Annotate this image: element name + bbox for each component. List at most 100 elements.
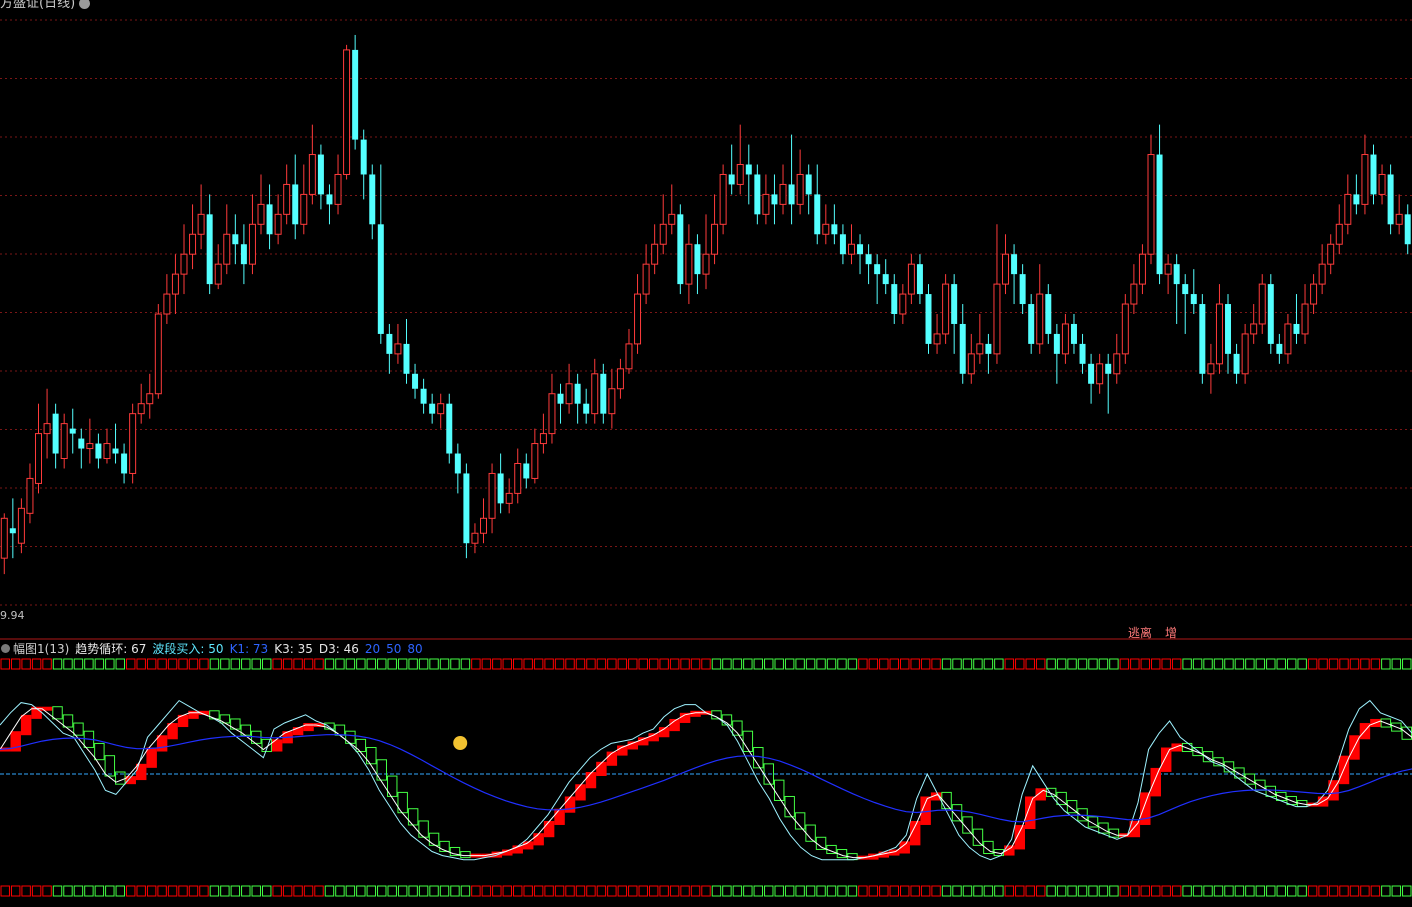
status-bar-top: [21, 658, 31, 670]
candle-body-up: [822, 223, 830, 235]
status-bar-bottom: [1307, 885, 1318, 897]
status-bar-bottom: [1224, 885, 1234, 897]
candle-body-up: [163, 293, 171, 315]
candle-body-up: [933, 333, 941, 345]
cycle-bar-down: [52, 706, 63, 720]
candle-body-down: [446, 403, 453, 454]
status-bar-top: [1025, 658, 1035, 670]
candle-body-up: [1327, 243, 1335, 265]
candle-body-down: [326, 194, 333, 205]
candle-body-up: [334, 173, 342, 205]
candle-body-up: [257, 203, 265, 225]
candle-body-down: [805, 174, 812, 195]
cycle-bar-up: [146, 747, 157, 768]
candle-body-up: [1215, 303, 1223, 365]
status-bar-bottom: [847, 885, 858, 897]
status-bar-bottom: [533, 885, 544, 897]
chart-title: 方盛证(日线): [0, 0, 91, 11]
status-bar-top: [795, 658, 805, 670]
candle-body-down: [1053, 333, 1060, 354]
status-bar-bottom: [251, 885, 261, 897]
status-bar-bottom: [743, 885, 753, 897]
cycle-bar-down: [355, 738, 367, 753]
status-bar-top: [628, 658, 638, 670]
status-bar-top: [1370, 658, 1381, 670]
status-bar-top: [732, 658, 743, 670]
status-bar-top: [1004, 658, 1015, 670]
status-bar-top: [272, 658, 282, 670]
status-bar-top: [711, 658, 722, 670]
status-bar-bottom: [460, 885, 471, 897]
status-bar-top: [1391, 658, 1402, 670]
candle-body-up: [1002, 253, 1010, 285]
indicator-value-7: 80: [407, 642, 423, 656]
status-bar-bottom: [209, 885, 220, 897]
status-bar-bottom: [387, 885, 397, 897]
indicator-menu-icon[interactable]: [1, 644, 10, 653]
cycle-bar-down: [711, 710, 722, 720]
candle-body-up: [531, 443, 539, 479]
status-bar-bottom: [345, 885, 356, 897]
status-bar-top: [764, 658, 774, 670]
status-bar-top: [73, 658, 84, 670]
candle-body-down: [266, 204, 273, 235]
candle-body-up: [274, 213, 282, 235]
status-bar-bottom: [293, 885, 303, 897]
status-bar-bottom: [1088, 885, 1098, 897]
status-bar-bottom: [1213, 885, 1224, 897]
candle-body-up: [702, 253, 710, 275]
candle-body-up: [26, 477, 34, 514]
smiley-icon: [453, 736, 468, 750]
candle-body-down: [206, 214, 213, 285]
status-bar-top: [1276, 658, 1286, 670]
indicator-name[interactable]: 幅图1(13): [13, 640, 69, 657]
candle-body-up: [1318, 263, 1326, 285]
status-bar-top: [962, 658, 973, 670]
candle-body-up: [1036, 293, 1044, 345]
status-bar-top: [324, 658, 335, 670]
status-bar-bottom: [952, 885, 962, 897]
chart-stage: [0, 0, 1412, 903]
status-bar-top: [1067, 658, 1077, 670]
status-bar-top: [408, 658, 418, 670]
status-bar-bottom: [230, 885, 241, 897]
status-bar-top: [241, 658, 251, 670]
status-bar-bottom: [42, 885, 52, 897]
status-bar-top: [826, 658, 837, 670]
cycle-bar-up: [1140, 792, 1151, 825]
status-bar-bottom: [1056, 885, 1067, 897]
status-bar-bottom: [115, 885, 126, 897]
status-bar-bottom: [188, 885, 199, 897]
status-bar-bottom: [554, 885, 565, 897]
candle-body-up: [1138, 253, 1146, 285]
status-bar-top: [84, 658, 94, 670]
status-bar-bottom: [1381, 885, 1391, 897]
status-bar-bottom: [858, 885, 868, 897]
status-bar-bottom: [774, 885, 784, 897]
status-bar-bottom: [795, 885, 805, 897]
candle-body-down: [112, 448, 119, 454]
status-bar-top: [429, 658, 439, 670]
status-bar-top: [889, 658, 899, 670]
status-bar-bottom: [805, 885, 816, 897]
status-bar-top: [983, 658, 994, 670]
status-bar-top: [1192, 658, 1203, 670]
status-bar-bottom: [994, 885, 1004, 897]
status-bar-bottom: [931, 885, 941, 897]
candle-body-down: [377, 224, 384, 334]
candle-body-up: [899, 293, 907, 315]
settings-icon[interactable]: [79, 0, 91, 9]
candle-body-up: [43, 423, 51, 435]
candle-body-up: [1258, 283, 1266, 325]
candle-body-down: [1199, 304, 1206, 374]
cycle-bar-up: [564, 796, 576, 813]
candle-body-up: [1113, 353, 1121, 375]
status-bar-bottom: [1370, 885, 1381, 897]
candle-body-up: [616, 368, 624, 390]
candle-body-up: [907, 263, 915, 295]
status-bar-bottom: [261, 885, 272, 897]
status-bar-top: [837, 658, 847, 670]
candle-body-down: [78, 438, 85, 449]
status-bar-bottom: [105, 885, 115, 897]
status-bar-top: [314, 658, 324, 670]
